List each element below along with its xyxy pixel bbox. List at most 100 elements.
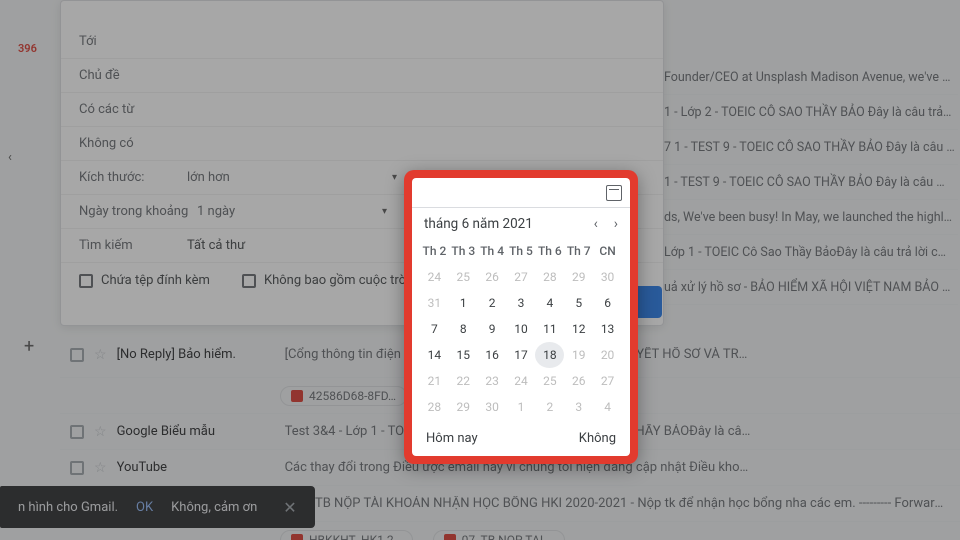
- calendar-day[interactable]: 14: [420, 342, 449, 368]
- prev-month-button[interactable]: ‹: [594, 216, 598, 232]
- email-snippet[interactable]: 7 1 - TEST 9 - TOEIC CÔ SAO THẦY BẢO Đây…: [664, 130, 958, 165]
- inbox-count-badge: 396: [18, 42, 37, 55]
- calendar-day[interactable]: 6: [593, 290, 622, 316]
- calendar-day: 4: [593, 394, 622, 420]
- pdf-icon: [291, 390, 303, 402]
- email-sender: YouTube: [117, 460, 275, 475]
- calendar-day: 22: [449, 368, 478, 394]
- calendar-days: 2425262728293031123456789101112131415161…: [412, 264, 630, 420]
- calendar-day[interactable]: 11: [535, 316, 564, 342]
- attachment-chip[interactable]: 07_TB NOP TAI …: [433, 530, 565, 540]
- size-op-dropdown[interactable]: lớn hơn▾: [187, 170, 407, 185]
- snackbar-dismiss-button[interactable]: Không, cảm ơn: [171, 500, 257, 515]
- calendar-day: 3: [564, 394, 593, 420]
- calendar-day: 27: [593, 368, 622, 394]
- calendar-day[interactable]: 1: [449, 290, 478, 316]
- calendar-day: 24: [507, 368, 536, 394]
- email-snippet[interactable]: 1 - TEST 9 - TOEIC CÔ SAO THẦY BẢO Đây l…: [664, 165, 958, 200]
- calendar-day: 26: [478, 264, 507, 290]
- label-date: Ngày trong khoảng: [79, 204, 197, 219]
- select-checkbox[interactable]: [70, 461, 84, 475]
- has-attachment-label: Chứa tệp đính kèm: [101, 273, 210, 288]
- snackbar: n hình cho Gmail. OK Không, cảm ơn ✕: [0, 486, 315, 528]
- calendar-day[interactable]: 8: [449, 316, 478, 342]
- field-has-words[interactable]: Có các từ: [61, 93, 663, 127]
- calendar-day[interactable]: 16: [478, 342, 507, 368]
- collapse-icon[interactable]: ‹: [8, 150, 12, 165]
- date-picker: tháng 6 năm 2021 ‹ › Th 2Th 3Th 4Th 5Th …: [412, 178, 630, 456]
- pdf-icon: [291, 534, 303, 540]
- attachment-chip[interactable]: 42586D68-8FD…: [280, 386, 407, 406]
- calendar-day: 2: [535, 394, 564, 420]
- field-not-has[interactable]: Không có: [61, 127, 663, 161]
- snackbar-ok-button[interactable]: OK: [136, 500, 153, 515]
- email-snippet[interactable]: ds, We've been busy! In May, we launched…: [664, 200, 958, 235]
- field-to[interactable]: Tới: [61, 25, 663, 59]
- exclude-chats-checkbox[interactable]: [242, 274, 256, 288]
- calendar-day: 25: [449, 264, 478, 290]
- label-subject: Chủ đề: [79, 68, 187, 83]
- calendar-day[interactable]: 4: [535, 290, 564, 316]
- email-snippet[interactable]: Founder/CEO at Unsplash Madison Avenue, …: [664, 60, 958, 95]
- email-snippet[interactable]: Lớp 1 - TOEIC Cô Sao Thầy BảoĐây là câu …: [664, 235, 958, 270]
- calendar-day[interactable]: 3: [507, 290, 536, 316]
- calendar-day[interactable]: 12: [564, 316, 593, 342]
- label-has-words: Có các từ: [79, 102, 187, 117]
- calendar-day: 30: [593, 264, 622, 290]
- close-icon[interactable]: ✕: [283, 498, 296, 517]
- calendar-day: 23: [478, 368, 507, 394]
- calendar-day[interactable]: 7: [420, 316, 449, 342]
- pdf-icon: [444, 534, 456, 540]
- calendar-day[interactable]: 17: [507, 342, 536, 368]
- calendar-day: 28: [535, 264, 564, 290]
- today-button[interactable]: Hôm nay: [426, 431, 478, 446]
- calendar-day: 19: [564, 342, 593, 368]
- calendar-day: 21: [420, 368, 449, 394]
- sidebar: 396 ‹ +: [0, 0, 56, 540]
- label-search-in: Tìm kiếm: [79, 238, 187, 253]
- email-sender: Google Biểu mẫu: [117, 424, 275, 439]
- calendar-day[interactable]: 15: [449, 342, 478, 368]
- email-preview-tails: Founder/CEO at Unsplash Madison Avenue, …: [664, 60, 958, 305]
- star-icon[interactable]: ☆: [94, 347, 107, 363]
- label-size: Kích thước:: [79, 170, 187, 185]
- calendar-day[interactable]: 5: [564, 290, 593, 316]
- calendar-day: 27: [507, 264, 536, 290]
- select-checkbox[interactable]: [70, 348, 84, 362]
- star-icon[interactable]: ☆: [94, 424, 107, 440]
- calendar-day: 1: [507, 394, 536, 420]
- calendar-day[interactable]: 18: [535, 342, 564, 368]
- chevron-down-icon: ▾: [382, 206, 387, 217]
- calendar-day: 31: [420, 290, 449, 316]
- has-attachment-checkbox[interactable]: [79, 274, 93, 288]
- next-month-button[interactable]: ›: [614, 216, 618, 232]
- calendar-day: 28: [420, 394, 449, 420]
- chevron-down-icon: ▾: [392, 172, 397, 183]
- calendar-day[interactable]: 13: [593, 316, 622, 342]
- email-snippet[interactable]: 1 - Lớp 2 - TOEIC CÔ SAO THẦY BẢO Đây là…: [664, 95, 958, 130]
- calendar-day: 29: [449, 394, 478, 420]
- calendar-day: 30: [478, 394, 507, 420]
- calendar-day: 24: [420, 264, 449, 290]
- email-sender: [No Reply] Bảo hiểm.: [117, 347, 275, 362]
- star-icon[interactable]: ☆: [94, 460, 107, 476]
- calendar-weekdays: Th 2Th 3Th 4Th 5Th 6Th 7CN: [412, 240, 630, 262]
- new-label-icon[interactable]: +: [24, 336, 34, 357]
- calendar-title: tháng 6 năm 2021: [424, 216, 533, 232]
- attachment-chip[interactable]: HBKKHT_HK1 2…: [280, 530, 413, 540]
- email-snippet[interactable]: uả xử lý hồ sơ - BẢO HIỂM XÃ HỘI VIỆT NA…: [664, 270, 958, 305]
- date-input-row[interactable]: [412, 178, 630, 208]
- date-picker-highlight: tháng 6 năm 2021 ‹ › Th 2Th 3Th 4Th 5Th …: [404, 170, 638, 464]
- calendar-day[interactable]: 2: [478, 290, 507, 316]
- calendar-day[interactable]: 9: [478, 316, 507, 342]
- calendar-icon[interactable]: [606, 185, 622, 201]
- select-checkbox[interactable]: [70, 425, 84, 439]
- snackbar-message: n hình cho Gmail.: [18, 500, 118, 515]
- date-range-dropdown[interactable]: 1 ngày▾: [197, 204, 397, 219]
- label-to: Tới: [79, 34, 187, 49]
- clear-button[interactable]: Không: [579, 431, 616, 446]
- calendar-day: 29: [564, 264, 593, 290]
- calendar-day[interactable]: 10: [507, 316, 536, 342]
- field-subject[interactable]: Chủ đề: [61, 59, 663, 93]
- calendar-day: 20: [593, 342, 622, 368]
